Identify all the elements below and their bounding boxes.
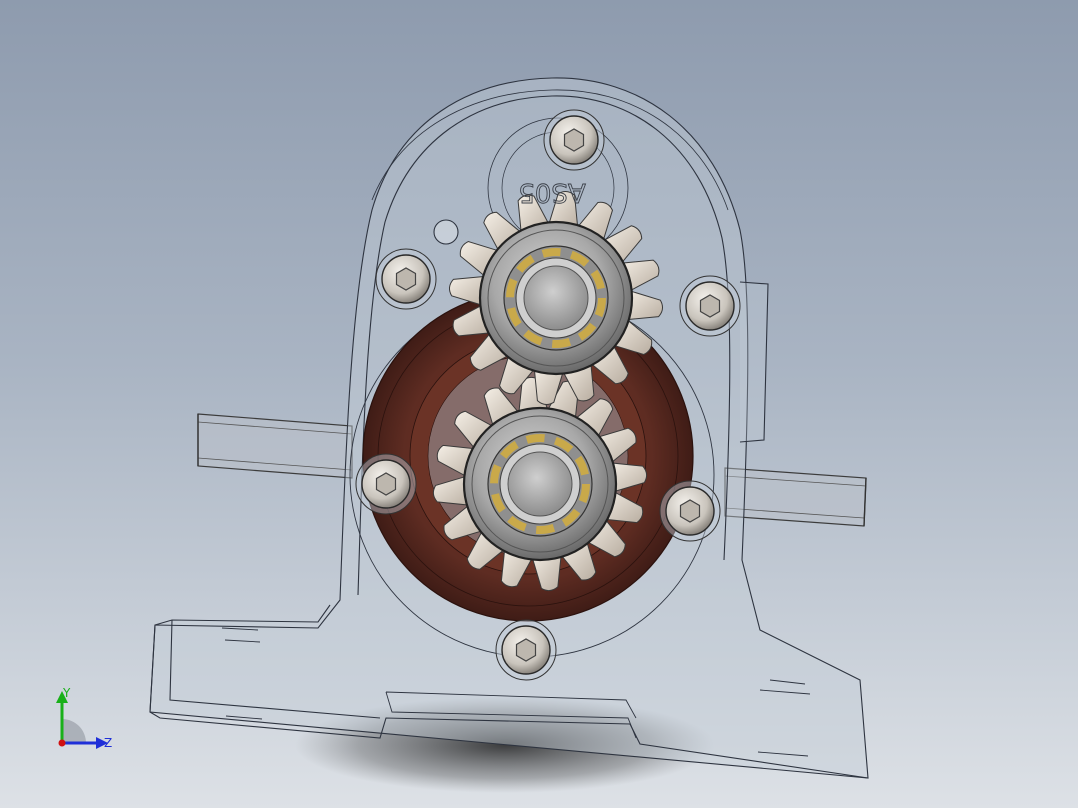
cap-screw[interactable] bbox=[355, 453, 417, 515]
cap-screw[interactable] bbox=[659, 480, 721, 542]
gearbox-model[interactable]: AS05 bbox=[0, 0, 1078, 808]
upper-bearing[interactable] bbox=[478, 220, 634, 376]
coordinate-triad: Y Z bbox=[56, 686, 112, 750]
hex-socket-icon bbox=[679, 499, 701, 523]
hex-socket-icon bbox=[515, 638, 537, 662]
hex-socket-icon bbox=[563, 128, 585, 152]
hex-socket-icon bbox=[699, 294, 721, 318]
triad-y-label: Y bbox=[62, 686, 71, 700]
cad-viewport[interactable]: AS05 Y Z bbox=[0, 0, 1078, 808]
output-shaft[interactable] bbox=[724, 467, 867, 527]
triad-z-label: Z bbox=[104, 736, 112, 750]
hex-socket-icon bbox=[395, 267, 417, 291]
cap-screw[interactable] bbox=[495, 619, 557, 681]
cap-screw[interactable] bbox=[543, 109, 605, 171]
lower-bearing[interactable] bbox=[462, 406, 618, 562]
triad-xz-quadrant bbox=[62, 719, 86, 743]
input-shaft[interactable] bbox=[197, 413, 353, 479]
cap-screw[interactable] bbox=[375, 248, 437, 310]
triad-origin bbox=[58, 739, 66, 747]
part-engraving: AS05 bbox=[518, 177, 585, 207]
cap-screw[interactable] bbox=[679, 275, 741, 337]
housing-hole bbox=[433, 219, 459, 245]
hex-socket-icon bbox=[375, 472, 397, 496]
side-bracket bbox=[739, 281, 769, 443]
